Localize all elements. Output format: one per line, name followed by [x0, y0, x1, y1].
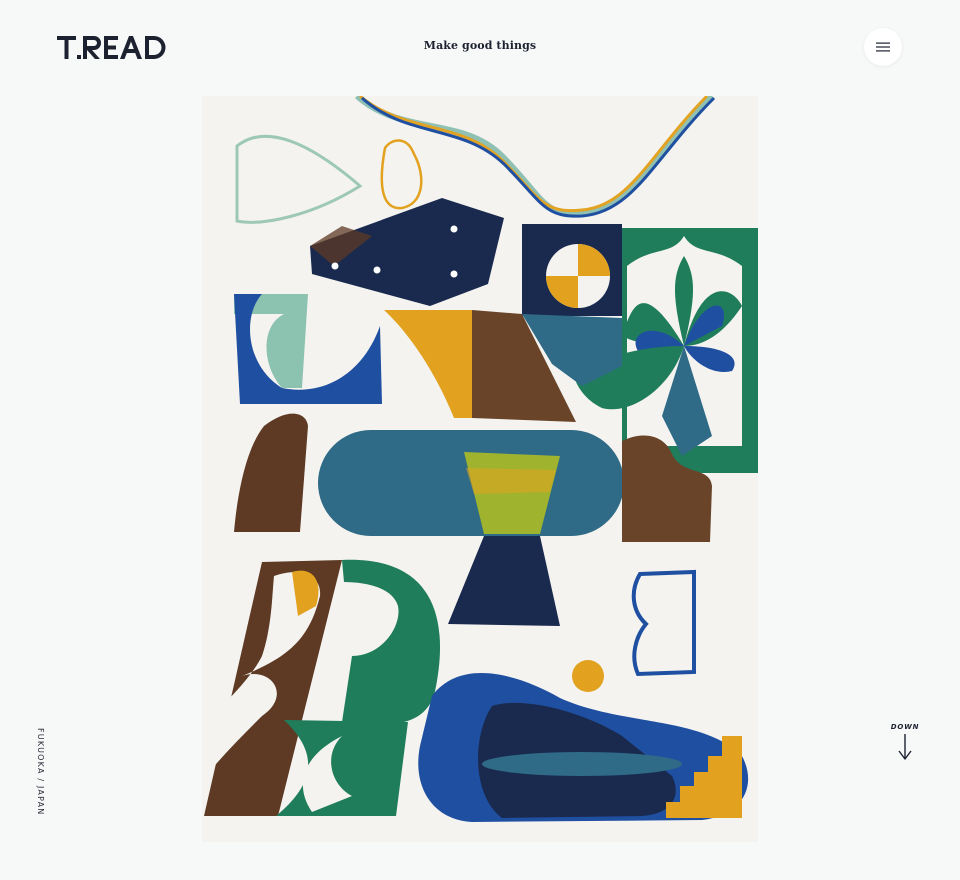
hero-artwork [202, 93, 758, 842]
abstract-paper-cutout-artwork [202, 93, 758, 842]
menu-button[interactable] [864, 28, 902, 66]
page: Make good things FUKUOKA / JAPAN DOWN [0, 0, 960, 880]
scroll-down[interactable]: DOWN [889, 723, 921, 761]
scroll-down-label: DOWN [890, 723, 920, 731]
tagline: Make good things [423, 39, 537, 52]
hamburger-icon [876, 42, 890, 52]
location-label: FUKUOKA / JAPAN [36, 728, 45, 816]
arrow-down-icon [898, 734, 912, 760]
